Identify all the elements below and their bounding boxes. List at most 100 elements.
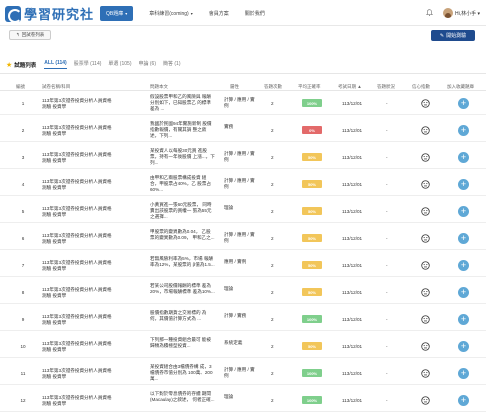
question-text[interactable]: 假設股票甲和乙的風險與 報酬分別如下，已知股票乙 的標準差為 ...	[150, 94, 215, 113]
accuracy-badge: 100%	[302, 315, 322, 323]
nav-item-membership[interactable]: 會員方案	[209, 10, 229, 17]
question-text[interactable]: 由甲和乙兩股票構成投資 組合，甲股票占40%，乙 股票占60%...	[150, 175, 215, 194]
question-text[interactable]: 若無風險利率為5%，市場 報酬率為12%，某股票的 β值為1.5...	[150, 256, 215, 268]
table-row[interactable]: 12 113年第3次證券投資分析人員資格測驗 投資學 以下對於零息債券的存續 期間(…	[0, 389, 486, 412]
tab-essay[interactable]: 申論 (6)	[138, 60, 156, 69]
nav-item-qb[interactable]: QB題庫 ▾	[100, 5, 134, 21]
tab-single-choice[interactable]: 單選 (105)	[108, 60, 131, 69]
question-text[interactable]: 我國於民國94年實施新制 股價指數報價，有關其調 整之敘述，下列...	[150, 121, 215, 140]
exam-name[interactable]: 113年第3次證券投資分析人員資格測驗 投資學	[42, 206, 112, 218]
add-favorite-button[interactable]: +	[458, 341, 469, 352]
add-favorite-button[interactable]: +	[458, 368, 469, 379]
brand-logo[interactable]: 學習研究社	[5, 4, 94, 23]
exam-name[interactable]: 113年第3次證券投資分析人員資格測驗 投資學	[42, 395, 112, 407]
table-row[interactable]: 3 113年第3次證券投資分析人員資格測驗 投資學 某投資人以每股30元買 進股票，…	[0, 146, 486, 169]
question-text[interactable]: 若某公司股價報酬的標準 差為20%，市場報酬標準 差為10%...	[150, 283, 215, 295]
row-index: 4	[21, 182, 25, 187]
table-row[interactable]: 1 113年第3次證券投資分析人員資格測驗 投資學 假設股票甲和乙的風險與 報酬分別…	[0, 92, 486, 115]
neutral-face-icon[interactable]	[421, 261, 430, 270]
exam-name[interactable]: 113年第3次證券投資分析人員資格測驗 投資學	[42, 287, 112, 299]
divider	[0, 73, 486, 74]
exam-date: 113/12/01	[342, 344, 363, 349]
start-test-button[interactable]: ✎ 開始測驗	[431, 30, 475, 41]
add-favorite-button[interactable]: +	[458, 233, 469, 244]
exam-name[interactable]: 113年第3次證券投資分析人員資格測驗 投資學	[42, 125, 112, 137]
exam-name[interactable]: 113年第3次證券投資分析人員資格測驗 投資學	[42, 368, 112, 380]
col-header-accuracy[interactable]: 平均正確率	[298, 84, 321, 90]
tab-investment[interactable]: 股票學 (114)	[74, 60, 102, 69]
question-text[interactable]: 以下對於零息債券的存續 期間(Macaulay)之敘述， 何者正確...	[150, 391, 215, 403]
question-type: 計算 / 應用 / 實例	[224, 232, 255, 243]
exam-name[interactable]: 113年第3次證券投資分析人員資格測驗 投資學	[42, 260, 112, 272]
add-favorite-button[interactable]: +	[458, 287, 469, 298]
table-row[interactable]: 5 113年第3次證券投資分析人員資格測驗 投資學 小黃買進一張60元股票， 同時賣…	[0, 200, 486, 223]
bell-icon[interactable]	[426, 9, 433, 16]
nav-item-about[interactable]: 關於我們	[245, 10, 265, 17]
neutral-face-icon[interactable]	[421, 207, 430, 216]
table-row[interactable]: 2 113年第3次證券投資分析人員資格測驗 投資學 我國於民國94年實施新制 股價指…	[0, 119, 486, 142]
table-row[interactable]: 4 113年第3次證券投資分析人員資格測驗 投資學 由甲和乙兩股票構成投資 組合，甲…	[0, 173, 486, 196]
question-text[interactable]: 下列那一種投資組合最可 能被歸類為積極型投資...	[150, 337, 215, 349]
back-to-list-button[interactable]: ↰ 回試卷列表	[9, 30, 52, 40]
add-favorite-button[interactable]: +	[458, 125, 469, 136]
exam-date: 113/12/01	[342, 182, 363, 187]
table-header: 編號 試卷名稱/科目 問題本文 屬性 答題次數 平均正確率 考試日期 ▲ 答題狀…	[0, 81, 486, 91]
exam-name[interactable]: 113年第3次證券投資分析人員資格測驗 投資學	[42, 314, 112, 326]
tab-short-answer[interactable]: 簡答 (1)	[163, 60, 181, 69]
neutral-face-icon[interactable]	[421, 180, 430, 189]
add-favorite-button[interactable]: +	[458, 260, 469, 271]
user-name-label: Hi,林小手	[455, 11, 477, 17]
question-tabs: ★ 試題列表 ALL (114) 股票學 (114) 單選 (105) 申論 (…	[6, 60, 188, 69]
question-type: 計算 / 應用 / 實例	[224, 151, 255, 162]
back-button-label: 回試卷列表	[21, 32, 45, 37]
add-favorite-button[interactable]: +	[458, 152, 469, 163]
row-index: 1	[21, 101, 25, 106]
col-header-add-favorite: 加入收藏題庫	[447, 84, 474, 89]
table-row[interactable]: 7 113年第3次證券投資分析人員資格測驗 投資學 若無風險利率為5%，市場 報酬率…	[0, 254, 486, 277]
question-text[interactable]: 股價指數期貨之交易標的 為何，其價值計算方式為 ...	[150, 310, 215, 322]
neutral-face-icon[interactable]	[421, 369, 430, 378]
table-row[interactable]: 9 113年第3次證券投資分析人員資格測驗 投資學 股價指數期貨之交易標的 為何，其…	[0, 308, 486, 331]
neutral-face-icon[interactable]	[421, 153, 430, 162]
exam-name[interactable]: 113年第3次證券投資分析人員資格測驗 投資學	[42, 152, 112, 164]
question-text[interactable]: 小黃買進一張60元股票， 同時賣出該股票的買權一 張為55元之選擇...	[150, 202, 215, 221]
table-row[interactable]: 8 113年第3次證券投資分析人員資格測驗 投資學 若某公司股價報酬的標準 差為20…	[0, 281, 486, 304]
add-favorite-button[interactable]: +	[458, 206, 469, 217]
nav-item-practice[interactable]: 章科練習(coming) ▾	[149, 10, 192, 17]
neutral-face-icon[interactable]	[421, 234, 430, 243]
answer-status: -	[386, 371, 388, 376]
table-row[interactable]: 6 113年第3次證券投資分析人員資格測驗 投資學 甲股票的變異數為0.04， 乙股…	[0, 227, 486, 250]
neutral-face-icon[interactable]	[421, 342, 430, 351]
col-header-exam-date[interactable]: 考試日期 ▲	[338, 84, 362, 90]
answer-count: 2	[271, 182, 274, 187]
exam-name[interactable]: 113年第3次證券投資分析人員資格測驗 投資學	[42, 341, 112, 353]
neutral-face-icon[interactable]	[421, 99, 430, 108]
exam-name[interactable]: 113年第3次證券投資分析人員資格測驗 投資學	[42, 98, 112, 110]
user-menu[interactable]: Hi,林小手 ▾	[455, 10, 480, 17]
question-text[interactable]: 某投資人以每股30元買 進股票，持有一年後股價 上漲...，下列...	[150, 148, 215, 167]
neutral-face-icon[interactable]	[421, 315, 430, 324]
add-favorite-button[interactable]: +	[458, 179, 469, 190]
avatar[interactable]	[443, 8, 453, 18]
question-type: 計算 / 應用 / 實例	[224, 178, 255, 189]
answer-status: -	[386, 101, 388, 106]
neutral-face-icon[interactable]	[421, 126, 430, 135]
tab-all[interactable]: ALL (114)	[44, 60, 67, 69]
exam-date: 113/12/01	[342, 236, 363, 241]
table-row[interactable]: 10 113年第3次證券投資分析人員資格測驗 投資學 下列那一種投資組合最可 能被歸…	[0, 335, 486, 358]
neutral-face-icon[interactable]	[421, 396, 430, 405]
question-text[interactable]: 甲股票的變異數為0.04， 乙股票的變異數為0.09， 甲和乙之...	[150, 229, 215, 241]
col-header-type: 屬性	[230, 84, 239, 89]
table-row[interactable]: 11 113年第3次證券投資分析人員資格測驗 投資學 某投資組合由3檔債券構 成，3…	[0, 362, 486, 385]
add-favorite-button[interactable]: +	[458, 314, 469, 325]
accuracy-badge: 100%	[302, 396, 322, 404]
col-header-answer-count[interactable]: 答題次數	[264, 84, 282, 90]
neutral-face-icon[interactable]	[421, 288, 430, 297]
exam-name[interactable]: 113年第3次證券投資分析人員資格測驗 投資學	[42, 233, 112, 245]
question-type: 實務	[224, 124, 234, 129]
add-favorite-button[interactable]: +	[458, 395, 469, 406]
exam-date: 113/12/01	[342, 371, 363, 376]
add-favorite-button[interactable]: +	[458, 98, 469, 109]
question-text[interactable]: 某投資組合由3檔債券構 成，3檔債券市值分別為 100萬、200萬...	[150, 364, 215, 383]
exam-name[interactable]: 113年第3次證券投資分析人員資格測驗 投資學	[42, 179, 112, 191]
